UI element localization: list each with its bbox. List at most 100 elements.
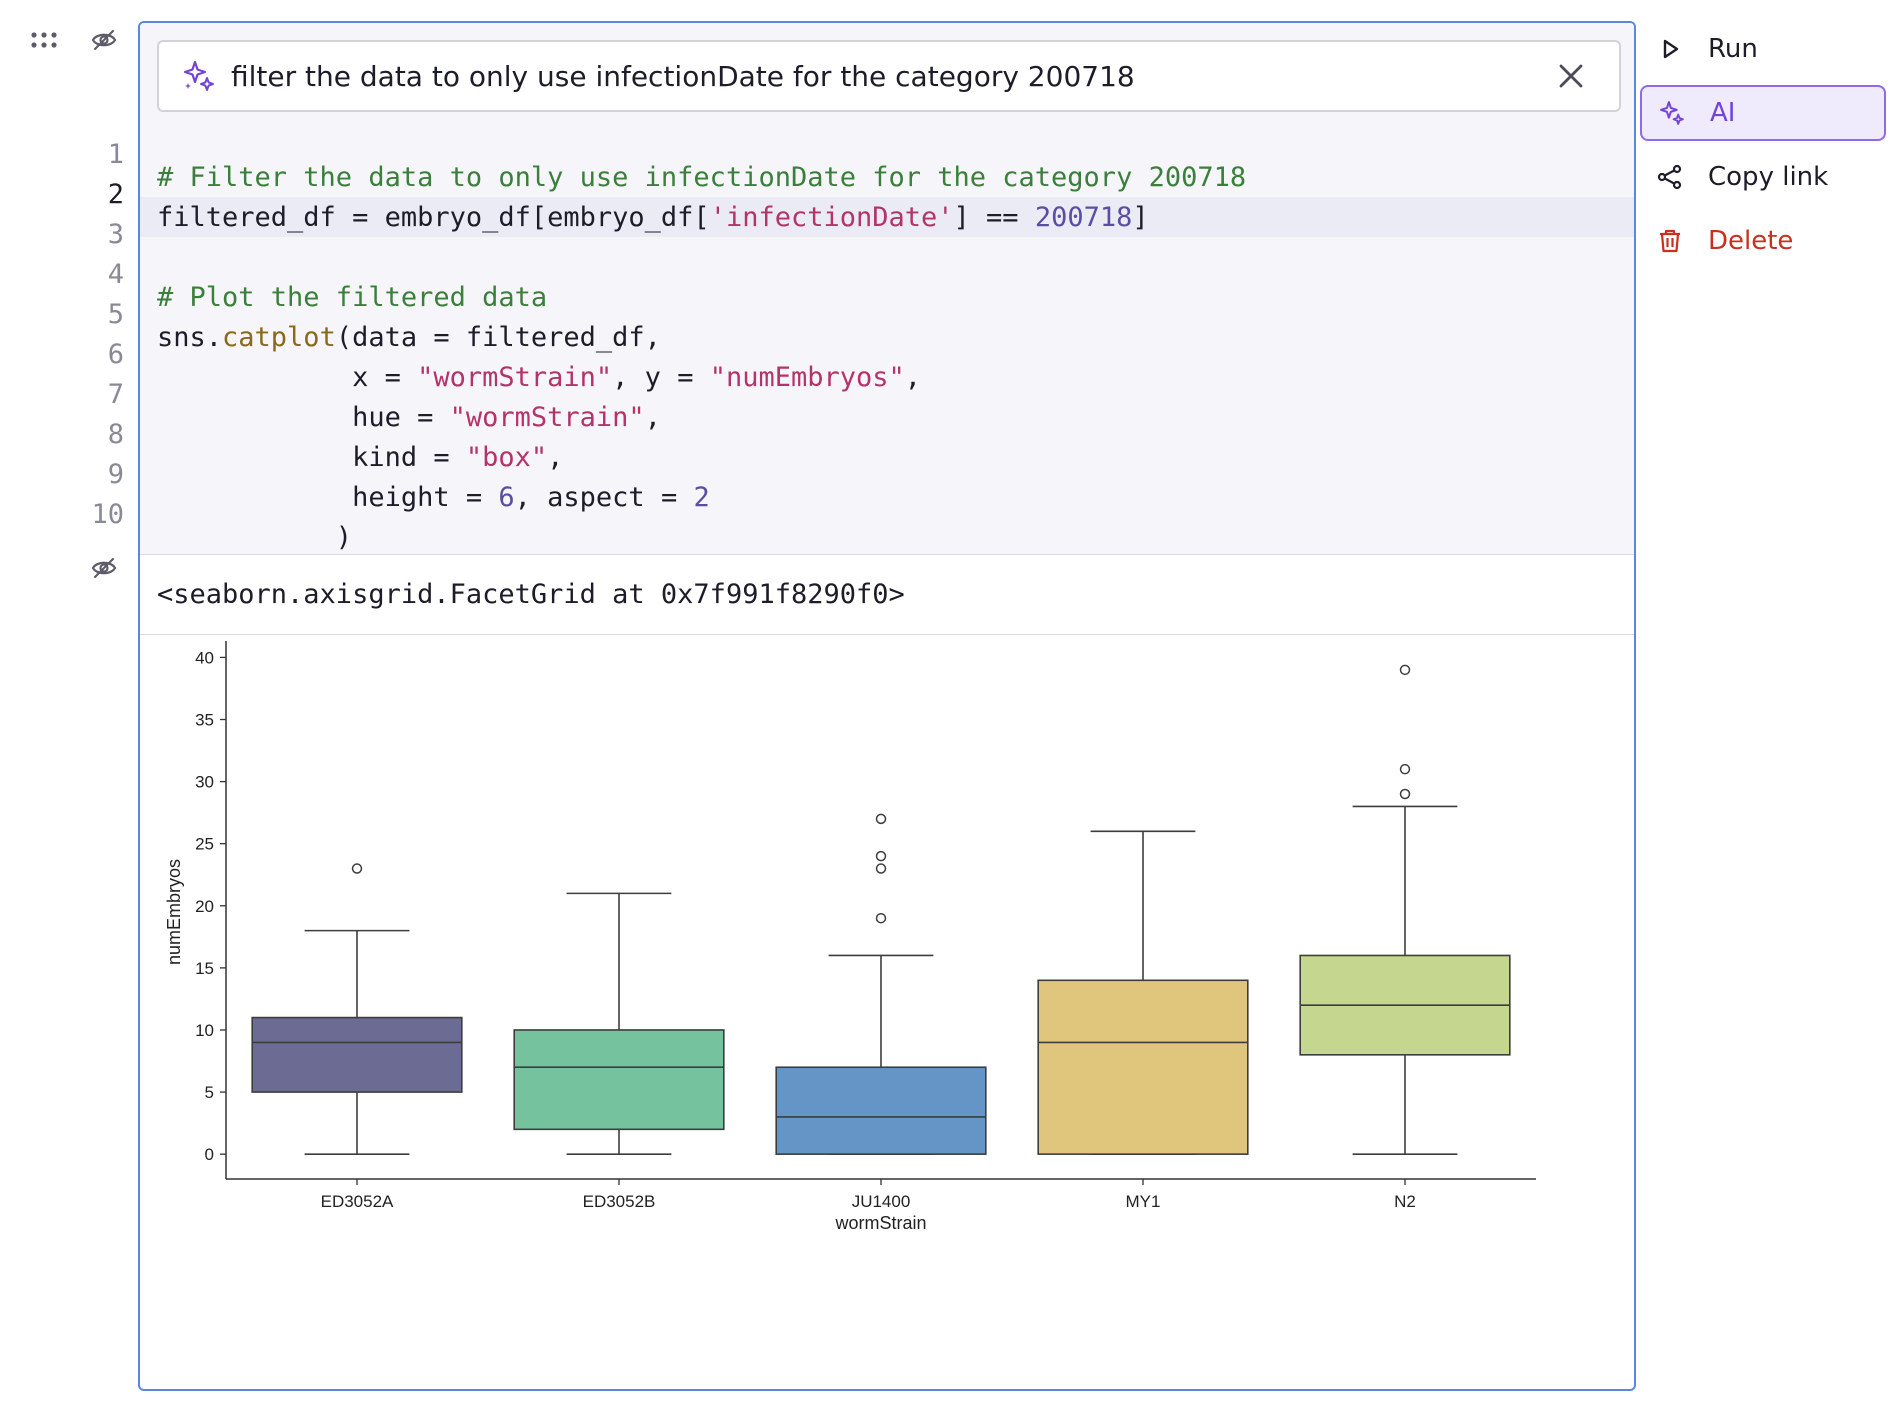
code-token: catplot [222, 321, 336, 353]
line-number: 6 [107, 338, 124, 370]
ai-prompt-input[interactable] [231, 59, 1549, 93]
code-token: , [904, 361, 922, 393]
code-line[interactable] [140, 237, 1634, 277]
code-line-text: ) [157, 522, 352, 553]
y-tick-label: 40 [195, 648, 214, 667]
code-line[interactable]: ) [140, 517, 1634, 557]
delete-label: Delete [1708, 226, 1794, 256]
code-token: sns. [157, 321, 223, 353]
x-tick-label: MY1 [1126, 1192, 1161, 1211]
y-tick-label: 35 [195, 711, 214, 730]
line-number: 2 [107, 178, 124, 210]
code-line-text: height = 6, aspect = 2 [157, 482, 710, 513]
code-line-text: hue = "wormStrain", [157, 402, 661, 433]
line-numbers: 1 2 3 4 5 6 7 8 9 10 [60, 134, 124, 534]
code-token: (data = filtered_df, [335, 321, 661, 353]
run-button[interactable]: Run [1640, 21, 1886, 77]
ai-label: AI [1710, 98, 1736, 128]
y-tick-label: 25 [195, 835, 214, 854]
outlier-point [875, 850, 887, 862]
code-lines[interactable]: # Filter the data to only use infectionD… [140, 157, 1634, 557]
box-plot: 0 5 10 15 20 25 30 35 40 ED3052A ED3052B JU1400 MY1 N… [140, 635, 1634, 1389]
ai-prompt-bar[interactable] [157, 40, 1621, 112]
code-token: 'infectionDate' [709, 201, 954, 233]
hide-output-eye-off-icon[interactable] [86, 550, 122, 586]
line-number: 8 [107, 418, 124, 450]
line-number: 3 [107, 218, 124, 250]
box-ED3052B [513, 1029, 725, 1131]
code-line[interactable]: height = 6, aspect = 2 [140, 477, 1634, 517]
code-line-text: kind = "box", [157, 442, 563, 473]
code-token: hue = [157, 401, 450, 433]
output-repr: <seaborn.axisgrid.FacetGrid at 0x7f991f8… [157, 579, 905, 610]
trash-icon [1654, 225, 1686, 257]
drag-handle-icon[interactable] [26, 22, 62, 58]
code-line-text: # Plot the filtered data [157, 282, 547, 313]
y-tick-label: 20 [195, 897, 214, 916]
delete-button[interactable]: Delete [1640, 213, 1886, 269]
code-token: , y = [612, 361, 710, 393]
code-line-text: filtered_df = embryo_df[embryo_df['infec… [157, 202, 1149, 233]
outlier-point [1399, 788, 1411, 800]
code-line-text: sns.catplot(data = filtered_df, [157, 322, 661, 353]
x-tick-label: N2 [1394, 1192, 1416, 1211]
y-tick-label: 30 [195, 773, 214, 792]
copy-link-label: Copy link [1708, 162, 1829, 192]
share-icon [1654, 161, 1686, 193]
y-tick-label: 10 [195, 1021, 214, 1040]
x-tick-label: JU1400 [852, 1192, 911, 1211]
code-line-text: # Filter the data to only use infectionD… [157, 162, 1246, 193]
box-ED3052A [251, 1016, 463, 1093]
play-icon [1654, 33, 1686, 65]
y-tick-label: 0 [205, 1145, 214, 1164]
x-tick-label: ED3052B [583, 1192, 656, 1211]
code-token: , [547, 441, 564, 473]
outlier-point [1399, 664, 1411, 676]
code-token: "wormStrain" [449, 401, 645, 433]
code-token: "numEmbryos" [709, 361, 905, 393]
code-token: , aspect = [514, 481, 694, 513]
outlier-point [875, 813, 887, 825]
code-token: filtered_df = embryo_df[embryo_df[ [157, 201, 710, 233]
code-line[interactable]: hue = "wormStrain", [140, 397, 1634, 437]
code-editor[interactable]: # Filter the data to only use infectionD… [140, 23, 1634, 555]
code-token: # Filter the data to only use infectionD… [157, 161, 1247, 193]
cell-output: <seaborn.axisgrid.FacetGrid at 0x7f991f8… [140, 555, 1634, 635]
code-token: 2 [693, 481, 710, 513]
outlier-point [351, 863, 363, 874]
code-token: x = [157, 361, 418, 393]
code-token: # Plot the filtered data [157, 281, 548, 313]
code-line[interactable]: # Plot the filtered data [140, 277, 1634, 317]
close-icon[interactable] [1549, 54, 1593, 98]
code-token: , [644, 401, 661, 433]
outlier-point [1399, 763, 1411, 775]
code-token: ] [1132, 201, 1149, 233]
run-label: Run [1708, 34, 1758, 64]
code-line[interactable]: x = "wormStrain", y = "numEmbryos", [140, 357, 1634, 397]
y-tick-label: 15 [195, 959, 214, 978]
ai-button[interactable]: AI [1640, 85, 1886, 141]
line-number: 7 [107, 378, 124, 410]
chart-svg: 0 5 10 15 20 25 30 35 40 ED3052A ED3052B JU1400 MY1 N… [164, 641, 1536, 1233]
code-token: 200718 [1034, 201, 1133, 233]
x-axis-label: wormStrain [834, 1213, 926, 1233]
y-axis-label: numEmbryos [164, 859, 184, 965]
code-token: ] == [953, 201, 1035, 233]
code-line[interactable]: filtered_df = embryo_df[embryo_df['infec… [140, 197, 1634, 237]
sparkle-icon [179, 56, 219, 96]
code-line[interactable]: sns.catplot(data = filtered_df, [140, 317, 1634, 357]
notebook-cell[interactable]: # Filter the data to only use infectionD… [138, 21, 1636, 1391]
outlier-point [875, 912, 887, 924]
line-number: 10 [91, 498, 124, 530]
y-tick-label: 5 [205, 1083, 214, 1102]
code-token: "box" [465, 441, 548, 473]
x-tick-label: ED3052A [321, 1192, 394, 1211]
copy-link-button[interactable]: Copy link [1640, 149, 1886, 205]
code-line[interactable]: kind = "box", [140, 437, 1634, 477]
code-token: height = [157, 481, 499, 513]
hide-code-eye-off-icon[interactable] [86, 22, 122, 58]
code-token: "wormStrain" [417, 361, 613, 393]
line-number: 4 [107, 258, 124, 290]
line-number: 1 [107, 138, 124, 170]
code-line[interactable]: # Filter the data to only use infectionD… [140, 157, 1634, 197]
